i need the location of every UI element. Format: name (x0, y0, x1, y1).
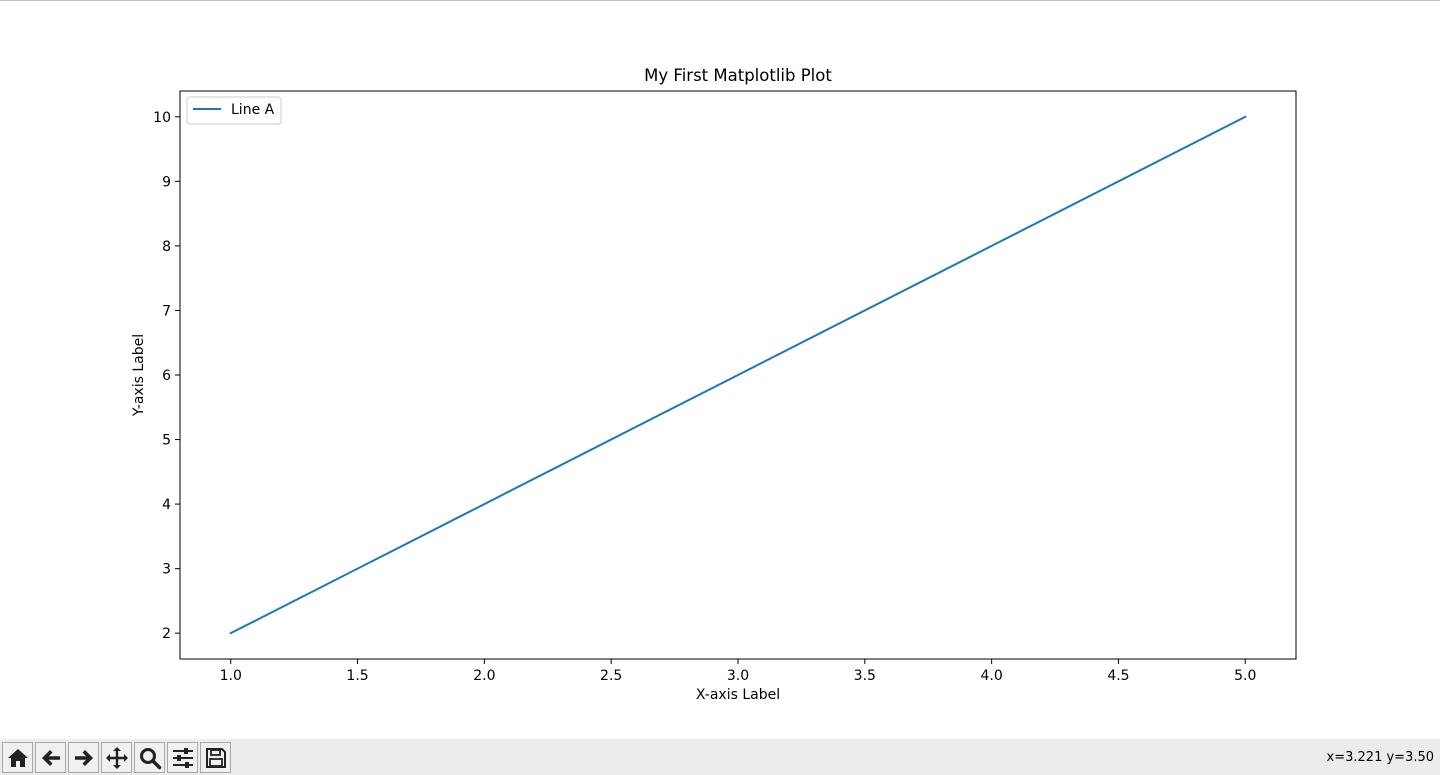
y-tick-label: 4 (162, 497, 171, 513)
x-tick-label: 3.0 (727, 668, 749, 684)
y-axis-label: Y-axis Label (131, 334, 147, 417)
y-tick-label: 2 (162, 626, 171, 642)
chart-title: My First Matplotlib Plot (644, 66, 832, 85)
axes: 1.0 1.5 2.0 2.5 3.0 3.5 4.0 4.5 5.0 2 3 4 5 6 7 8 9 10 Lin… (153, 90, 1297, 684)
home-icon (7, 748, 28, 767)
x-tick-label: 1.5 (346, 668, 368, 684)
pan-button[interactable] (101, 742, 132, 773)
y-tick-label: 6 (162, 368, 171, 384)
floppy-disk-icon (205, 747, 226, 768)
forward-button[interactable] (68, 742, 99, 773)
y-tick-label: 5 (162, 433, 171, 449)
x-axis-label: X-axis Label (696, 687, 780, 703)
y-tick-label: 7 (162, 303, 171, 319)
plot-canvas[interactable]: My First Matplotlib Plot 1.0 1.5 2.0 2.5 3.0… (0, 1, 1440, 739)
x-tick-label: 2.0 (473, 668, 495, 684)
legend-label: Line A (231, 102, 275, 118)
y-tick-label: 8 (162, 239, 171, 255)
arrow-right-icon (74, 749, 93, 766)
x-tick-label: 2.5 (600, 668, 622, 684)
x-tick-label: 4.0 (981, 668, 1003, 684)
figure-window: My First Matplotlib Plot 1.0 1.5 2.0 2.5 3.0… (0, 0, 1440, 775)
navigation-toolbar: x=3.221 y=3.50 (0, 739, 1440, 775)
home-button[interactable] (2, 742, 33, 773)
sliders-icon (172, 747, 193, 768)
configure-subplots-button[interactable] (167, 742, 198, 773)
x-tick-label: 1.0 (220, 668, 242, 684)
y-tick-label: 9 (162, 174, 171, 190)
x-tick-label: 5.0 (1234, 668, 1256, 684)
back-button[interactable] (35, 742, 66, 773)
save-button[interactable] (200, 742, 231, 773)
magnifier-icon (139, 747, 161, 769)
zoom-button[interactable] (134, 742, 165, 773)
legend: Line A (186, 96, 282, 125)
y-tick-label: 10 (153, 110, 171, 126)
series-line-0 (229, 115, 1247, 635)
move-icon (105, 746, 128, 769)
arrow-left-icon (41, 749, 60, 766)
y-tick-label: 3 (162, 562, 171, 578)
cursor-coordinates: x=3.221 y=3.50 (1326, 750, 1434, 765)
x-tick-label: 3.5 (854, 668, 876, 684)
x-tick-label: 4.5 (1107, 668, 1129, 684)
